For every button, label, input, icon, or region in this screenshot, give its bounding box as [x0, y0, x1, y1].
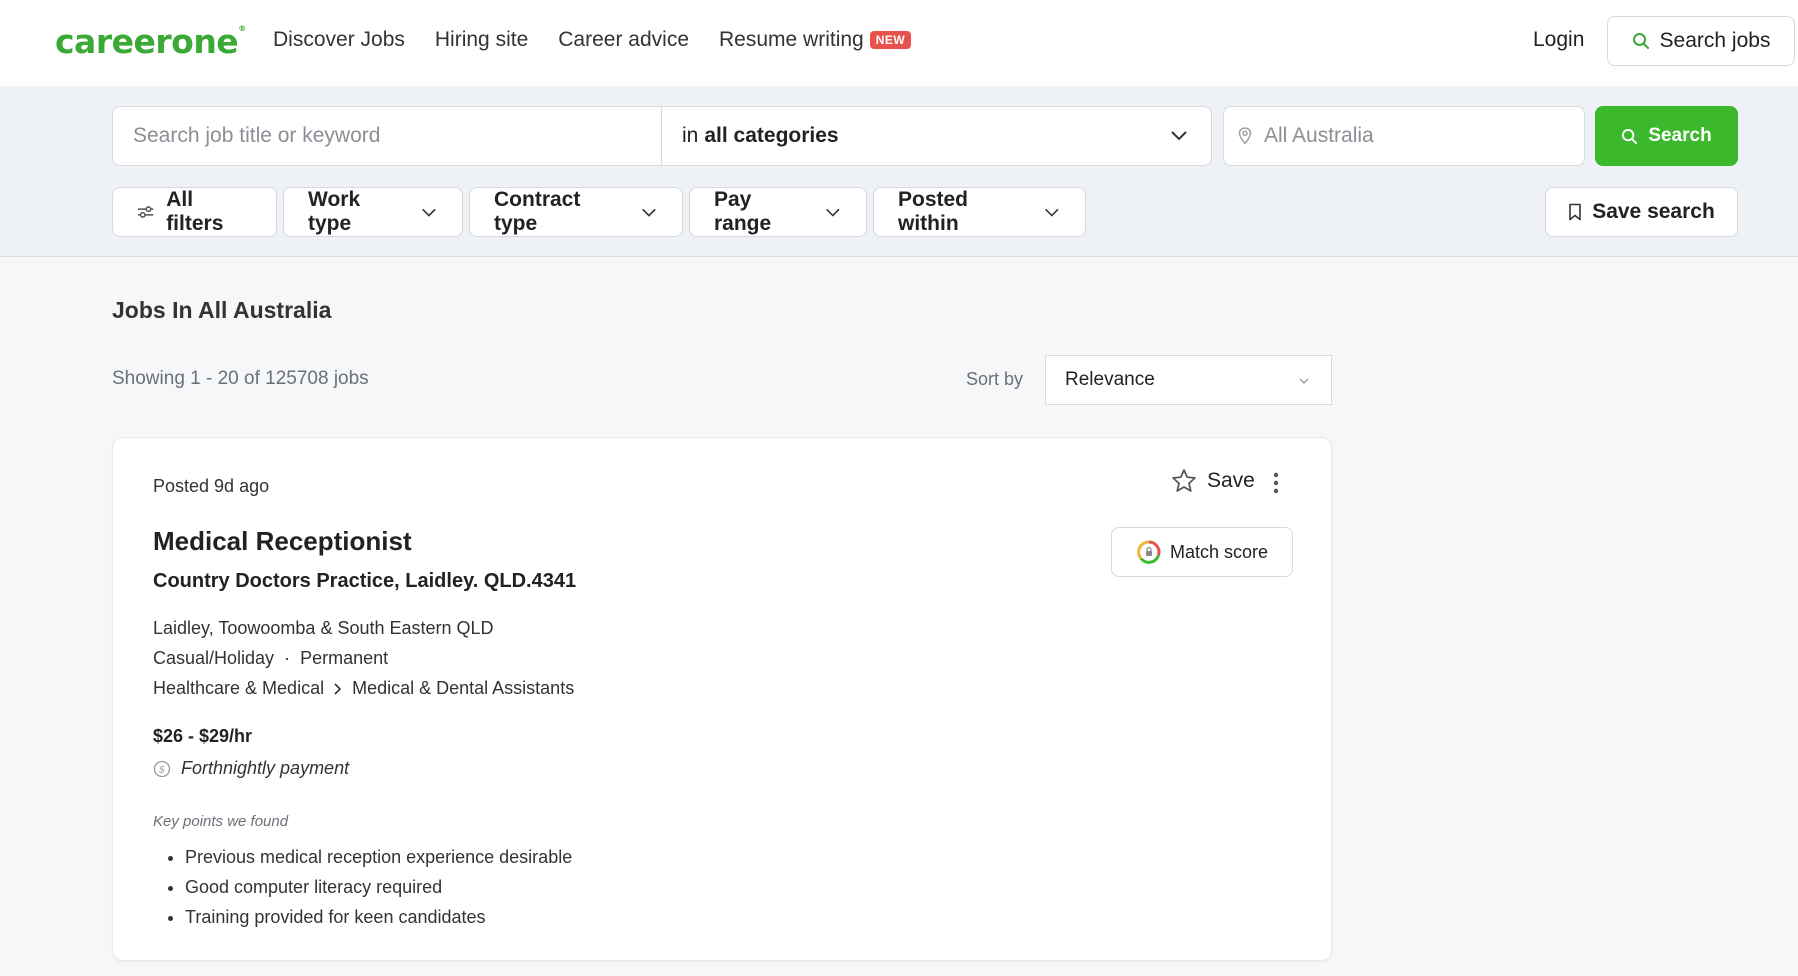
search-jobs-button[interactable]: Search jobs: [1607, 16, 1795, 66]
nav-hiring-site-label: Hiring site: [434, 28, 529, 51]
filter-pay-range-label: Pay range: [714, 188, 772, 235]
sort-label: Sort by: [966, 369, 1024, 389]
save-job-label: Save: [1207, 468, 1255, 492]
job-location: Laidley, Toowoomba & South Eastern QLD: [153, 618, 494, 638]
match-score-label: Match score: [1169, 541, 1269, 562]
key-point: Training provided for keen candidates: [185, 902, 572, 932]
bookmark-icon: [1569, 203, 1581, 221]
match-score-icon: [1137, 540, 1161, 564]
filter-bar: All filters Work type Contract type Pay …: [112, 187, 1086, 237]
location-placeholder: All Australia: [1264, 124, 1374, 147]
nav-discover-jobs[interactable]: Discover Jobs: [273, 28, 405, 52]
chevron-down-icon: [826, 208, 840, 217]
contract-type: Permanent: [300, 648, 389, 668]
save-job-button[interactable]: Save: [1171, 468, 1255, 493]
category-value: all categories: [704, 124, 839, 147]
separator-dot: ·: [284, 648, 291, 668]
location-input[interactable]: All Australia: [1223, 106, 1585, 166]
nav-hiring-site[interactable]: Hiring site: [435, 28, 528, 52]
results-count: Showing 1 - 20 of 125708 jobs: [112, 368, 369, 389]
pay-range: $26 - $29/hr: [153, 726, 253, 746]
key-point: Good computer literacy required: [185, 872, 572, 902]
logo-text: careerone: [55, 22, 239, 61]
save-search-label: Save search: [1592, 200, 1715, 223]
match-score-button[interactable]: Match score: [1111, 527, 1293, 577]
all-filters-button[interactable]: All filters: [112, 187, 277, 237]
work-type: Casual/Holiday: [153, 648, 275, 668]
search-button-label: Search: [1648, 125, 1712, 146]
more-options-icon[interactable]: [1273, 472, 1279, 494]
nav-career-advice-label: Career advice: [558, 28, 689, 51]
nav-career-advice[interactable]: Career advice: [558, 28, 689, 52]
all-filters-label: All filters: [166, 188, 224, 235]
filter-pay-range[interactable]: Pay range: [689, 187, 867, 237]
save-search-button[interactable]: Save search: [1545, 187, 1738, 237]
nav-discover-jobs-label: Discover Jobs: [273, 28, 405, 51]
sort-value: Relevance: [1065, 369, 1155, 390]
star-icon: [1172, 469, 1196, 492]
sort-select[interactable]: Relevance: [1045, 355, 1332, 405]
money-icon: $: [153, 760, 171, 777]
results-title: Jobs In All Australia: [112, 297, 332, 323]
subcategory: Medical & Dental Assistants: [352, 678, 575, 698]
category: Healthcare & Medical: [153, 678, 325, 698]
chevron-down-icon: [422, 208, 436, 217]
chevron-down-icon: [1299, 378, 1309, 384]
job-category: Healthcare & Medical Medical & Dental As…: [153, 678, 574, 699]
main-nav: Discover Jobs Hiring site Career advice …: [273, 28, 912, 52]
chevron-down-icon: [642, 208, 656, 217]
filter-posted-within-label: Posted within: [898, 188, 969, 235]
job-types: Casual/Holiday · Permanent: [153, 648, 388, 669]
site-header: careerone® Discover Jobs Hiring site Car…: [0, 0, 1798, 86]
logo[interactable]: careerone®: [55, 22, 246, 61]
nav-resume-writing-label: Resume writing: [719, 28, 864, 51]
filter-contract-type-label: Contract type: [494, 188, 581, 235]
job-card[interactable]: Posted 9d ago Save Medical Receptionist …: [112, 437, 1332, 961]
key-points-list: Previous medical reception experience de…: [185, 842, 572, 932]
chevron-down-icon: [1171, 131, 1187, 141]
filter-posted-within[interactable]: Posted within: [873, 187, 1086, 237]
nav-resume-writing[interactable]: Resume writing NEW: [719, 28, 912, 52]
new-badge: NEW: [869, 31, 912, 49]
sliders-icon: [137, 206, 154, 218]
category-select[interactable]: in all categories: [661, 106, 1212, 166]
filter-contract-type[interactable]: Contract type: [469, 187, 683, 237]
pay-frequency: $ Forthnightly payment: [153, 758, 349, 779]
filter-work-type[interactable]: Work type: [283, 187, 463, 237]
key-point: Previous medical reception experience de…: [185, 842, 572, 872]
chevron-right-icon: [334, 682, 342, 695]
keyword-input[interactable]: [112, 106, 662, 166]
search-button[interactable]: Search: [1595, 106, 1738, 166]
pay-frequency-label: Forthnightly payment: [181, 758, 350, 778]
search-jobs-label: Search jobs: [1659, 29, 1771, 52]
category-prefix: in: [682, 124, 699, 147]
location-pin-icon: [1238, 127, 1252, 145]
posted-date: Posted 9d ago: [153, 476, 270, 496]
filter-work-type-label: Work type: [308, 188, 361, 235]
login-link[interactable]: Login: [1533, 28, 1584, 52]
svg-text:$: $: [159, 764, 165, 775]
chevron-down-icon: [1045, 208, 1059, 217]
company-name[interactable]: Country Doctors Practice, Laidley. QLD.4…: [153, 570, 576, 593]
search-band: in all categories All Australia Search A…: [0, 86, 1798, 257]
search-icon: [1622, 128, 1638, 144]
job-title[interactable]: Medical Receptionist: [153, 526, 412, 557]
search-icon: [1632, 33, 1649, 49]
key-points-label: Key points we found: [153, 813, 289, 830]
